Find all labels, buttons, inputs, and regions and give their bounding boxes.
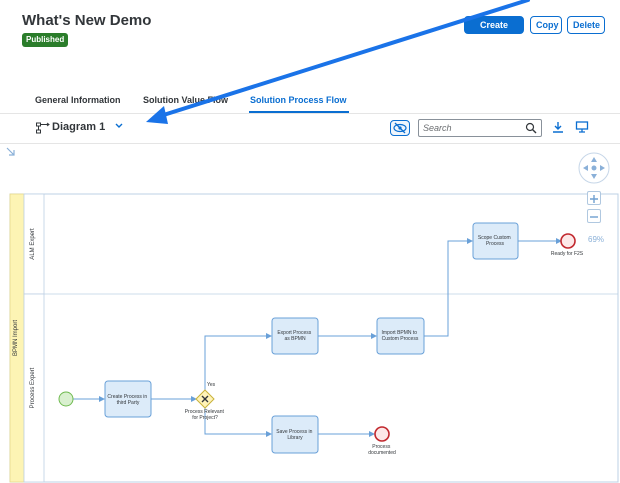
- start-event[interactable]: [58, 391, 74, 407]
- pool-label: BPMN Import: [13, 320, 19, 356]
- end-event-ready-for-f2s[interactable]: [560, 233, 576, 249]
- task-import-bpmn-label: Import BPMN to Custom Process: [382, 330, 419, 342]
- pan-control-icon[interactable]: [578, 152, 610, 184]
- plus-icon: [590, 195, 598, 203]
- bpmn-diagram: BPMN Import ALM Expert Process Expert Cr…: [9, 193, 619, 483]
- zoom-out-button[interactable]: [587, 209, 601, 223]
- zoom-in-button[interactable]: [587, 191, 601, 205]
- zoom-level: 69%: [588, 235, 605, 244]
- minus-icon: [590, 216, 598, 218]
- end-event-ready-for-f2s-label: Ready for F2S: [551, 251, 584, 257]
- end-event-process-documented[interactable]: [374, 426, 390, 442]
- gateway-yes-label: Yes: [207, 382, 216, 388]
- lane-label-process: Process Expert: [30, 367, 36, 408]
- lane-label-alm: ALM Expert: [30, 228, 36, 260]
